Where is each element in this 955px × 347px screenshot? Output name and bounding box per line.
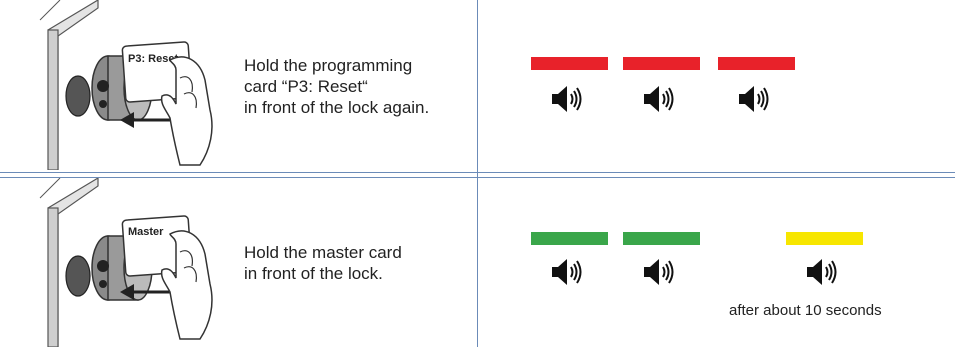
- card-label: Master: [128, 226, 164, 238]
- row-divider: [0, 172, 955, 173]
- instruction-table: P3: Reset Hold the programming card “P3:…: [0, 0, 955, 347]
- led-signal-bar: [786, 232, 863, 245]
- led-signal-bar: [531, 232, 608, 245]
- step-reset-description: P3: Reset Hold the programming card “P3:…: [0, 0, 477, 172]
- lock-card-illustration: P3: Reset: [39, 0, 213, 170]
- led-signal-bar: [623, 57, 700, 70]
- step-instruction: Hold the programming card “P3: Reset“ in…: [244, 56, 430, 117]
- speaker-icon: [644, 86, 674, 112]
- speaker-icon: [552, 86, 582, 112]
- column-divider: [477, 0, 478, 347]
- led-signal-bar: [623, 232, 700, 245]
- speaker-icon: [739, 86, 769, 112]
- led-signal-bar: [531, 57, 608, 70]
- delay-note: after about 10 seconds: [729, 302, 882, 319]
- lock-card-illustration: Master: [39, 178, 213, 347]
- led-signal-bar: [718, 57, 795, 70]
- speaker-icon: [807, 259, 837, 285]
- speaker-icon: [644, 259, 674, 285]
- speaker-icon: [552, 259, 582, 285]
- step-instruction: Hold the master card in front of the loc…: [244, 243, 402, 283]
- step-master-description: Master Hold the master card in front of …: [0, 178, 477, 347]
